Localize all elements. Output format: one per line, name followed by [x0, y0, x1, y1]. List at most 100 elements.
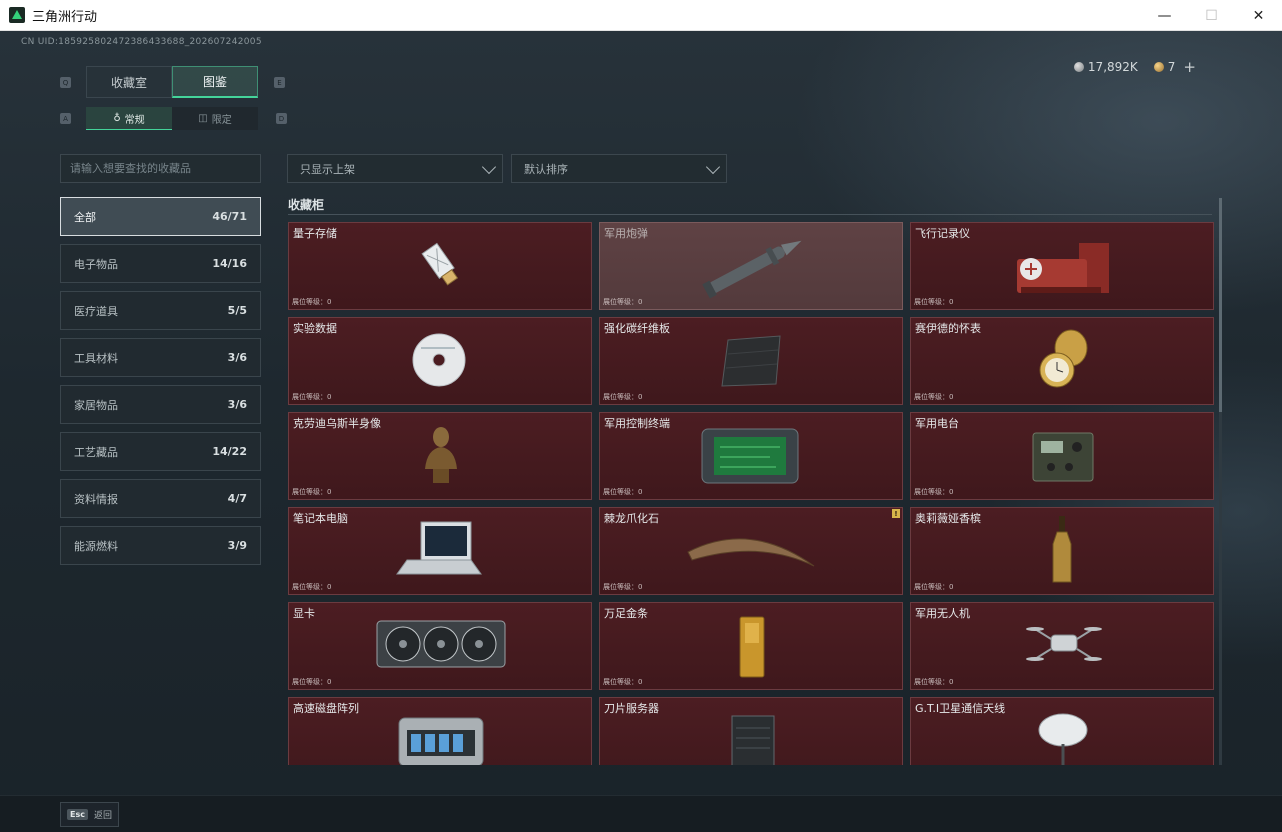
minimize-button[interactable]: —: [1141, 0, 1188, 31]
shelf-filter-label: 只显示上架: [300, 162, 355, 176]
category-medical[interactable]: 医疗道具 5/5: [60, 291, 261, 330]
subtab-regular[interactable]: ♁ 常规: [86, 107, 172, 130]
item-level: 展位等级：0: [914, 583, 954, 591]
item-name: 军用电台: [915, 417, 959, 430]
control-terminal-icon: [701, 428, 799, 484]
item-level: 展位等级：0: [603, 488, 643, 496]
item-level: 展位等级：0: [914, 393, 954, 401]
drone-icon: [1026, 627, 1102, 661]
tab-codex[interactable]: 图鉴: [172, 66, 258, 98]
search-input[interactable]: [60, 154, 261, 183]
item-level: 展位等级：0: [603, 583, 643, 591]
item-name: 万足金条: [604, 607, 648, 620]
item-card[interactable]: 军用无人机 展位等级：0: [910, 602, 1214, 690]
sub-tabs: ♁ 常规 ◫ 限定: [86, 107, 258, 130]
item-card[interactable]: 高速磁盘阵列: [288, 697, 592, 765]
champagne-icon: [1052, 516, 1072, 583]
section-divider: [288, 214, 1212, 215]
key-hint-d: D: [276, 113, 287, 124]
tab-collection-room[interactable]: 收藏室: [86, 66, 172, 98]
item-level: 展位等级：0: [603, 678, 643, 686]
app-logo-icon: [9, 7, 25, 23]
category-count: 3/6: [227, 398, 247, 411]
grid-scrollbar[interactable]: [1219, 198, 1222, 765]
close-button[interactable]: ✕: [1235, 0, 1282, 31]
item-level: 展位等级：0: [292, 583, 332, 591]
item-card[interactable]: 军用电台 展位等级：0: [910, 412, 1214, 500]
regular-icon: ♁: [113, 112, 121, 124]
category-count: 14/22: [212, 445, 247, 458]
disc-icon: [412, 333, 466, 387]
section-title: 收藏柜: [288, 198, 325, 212]
back-button[interactable]: Esc 返回: [60, 802, 119, 827]
gold-currency: 7 +: [1153, 58, 1196, 76]
category-crafts[interactable]: 工艺藏品 14/22: [60, 432, 261, 471]
item-level: 展位等级：0: [603, 298, 643, 306]
key-hint-a: A: [60, 113, 71, 124]
item-name: 量子存储: [293, 227, 337, 240]
category-list: 全部 46/71 电子物品 14/16 医疗道具 5/5 工具材料 3/6 家居物品 3/…: [60, 197, 261, 573]
item-name: 高速磁盘阵列: [293, 702, 359, 715]
category-label: 全部: [74, 210, 96, 224]
maximize-button[interactable]: ☐: [1188, 0, 1235, 31]
item-name: 军用炮弹: [604, 227, 648, 240]
item-card[interactable]: 军用控制终端 展位等级：0: [599, 412, 903, 500]
carbon-plate-icon: [721, 335, 781, 387]
silver-coin-icon: [1073, 62, 1084, 72]
category-electronics[interactable]: 电子物品 14/16: [60, 244, 261, 283]
item-card[interactable]: 实验数据 展位等级：0: [288, 317, 592, 405]
item-name: 飞行记录仪: [915, 227, 970, 240]
laptop-icon: [396, 521, 482, 575]
item-card[interactable]: G.T.I卫星通信天线: [910, 697, 1214, 765]
item-card[interactable]: 飞行记录仪 展位等级：0: [910, 222, 1214, 310]
item-name: 赛伊德的怀表: [915, 322, 981, 335]
limited-icon: ◫: [198, 113, 208, 124]
graphics-card-icon: [376, 620, 506, 668]
item-card[interactable]: 刀片服务器: [599, 697, 903, 765]
collection-grid-viewport: 量子存储 展位等级：0 军用炮弹 展位等级：0 飞行记录仪 展位等级：0 实验数…: [288, 222, 1216, 765]
item-card[interactable]: 强化碳纤维板 展位等级：0: [599, 317, 903, 405]
item-level: 展位等级：0: [914, 678, 954, 686]
category-intel[interactable]: 资料情报 4/7: [60, 479, 261, 518]
item-name: 实验数据: [293, 322, 337, 335]
pocket-watch-icon: [1039, 329, 1088, 388]
category-fuel[interactable]: 能源燃料 3/9: [60, 526, 261, 565]
item-level: 展位等级：0: [292, 393, 332, 401]
sort-label: 默认排序: [524, 162, 568, 176]
category-tools[interactable]: 工具材料 3/6: [60, 338, 261, 377]
category-household[interactable]: 家居物品 3/6: [60, 385, 261, 424]
add-currency-button[interactable]: +: [1183, 58, 1196, 76]
gold-coin-icon: [1153, 62, 1164, 72]
item-level: 展位等级：0: [292, 488, 332, 496]
item-level: 展位等级：0: [292, 298, 332, 306]
item-card[interactable]: 赛伊德的怀表 展位等级：0: [910, 317, 1214, 405]
category-label: 医疗道具: [74, 304, 118, 318]
item-card[interactable]: 克劳迪乌斯半身像 展位等级：0: [288, 412, 592, 500]
radio-icon: [1032, 432, 1094, 482]
item-level: 展位等级：0: [292, 678, 332, 686]
item-card[interactable]: ! 棘龙爪化石 展位等级：0: [599, 507, 903, 595]
item-name: 军用无人机: [915, 607, 970, 620]
shelf-filter-dropdown[interactable]: 只显示上架: [287, 154, 503, 183]
gold-bar-icon: [739, 616, 765, 678]
game-viewport: CN UID:1859258024723864336​88_2026072420…: [0, 31, 1282, 832]
item-card[interactable]: 笔记本电脑 展位等级：0: [288, 507, 592, 595]
subtab-limited[interactable]: ◫ 限定: [172, 107, 258, 130]
item-card[interactable]: 量子存储 展位等级：0: [288, 222, 592, 310]
category-all[interactable]: 全部 46/71: [60, 197, 261, 236]
window-titlebar: 三角洲行动 — ☐ ✕: [0, 0, 1282, 31]
usb-drive-icon: [421, 242, 459, 286]
category-label: 电子物品: [74, 257, 118, 271]
new-badge: !: [892, 509, 900, 518]
item-card[interactable]: 显卡 展位等级：0: [288, 602, 592, 690]
item-card[interactable]: 军用炮弹 展位等级：0: [599, 222, 903, 310]
item-card[interactable]: 奥莉薇娅香槟 展位等级：0: [910, 507, 1214, 595]
subtab-limited-label: 限定: [211, 115, 232, 126]
item-level: 展位等级：0: [914, 298, 954, 306]
claw-fossil-icon: [687, 538, 815, 567]
item-card[interactable]: 万足金条 展位等级：0: [599, 602, 903, 690]
item-name: 显卡: [293, 607, 315, 620]
sort-dropdown[interactable]: 默认排序: [511, 154, 727, 183]
silver-amount: 17,892K: [1087, 60, 1138, 74]
scrollbar-thumb[interactable]: [1219, 198, 1222, 412]
